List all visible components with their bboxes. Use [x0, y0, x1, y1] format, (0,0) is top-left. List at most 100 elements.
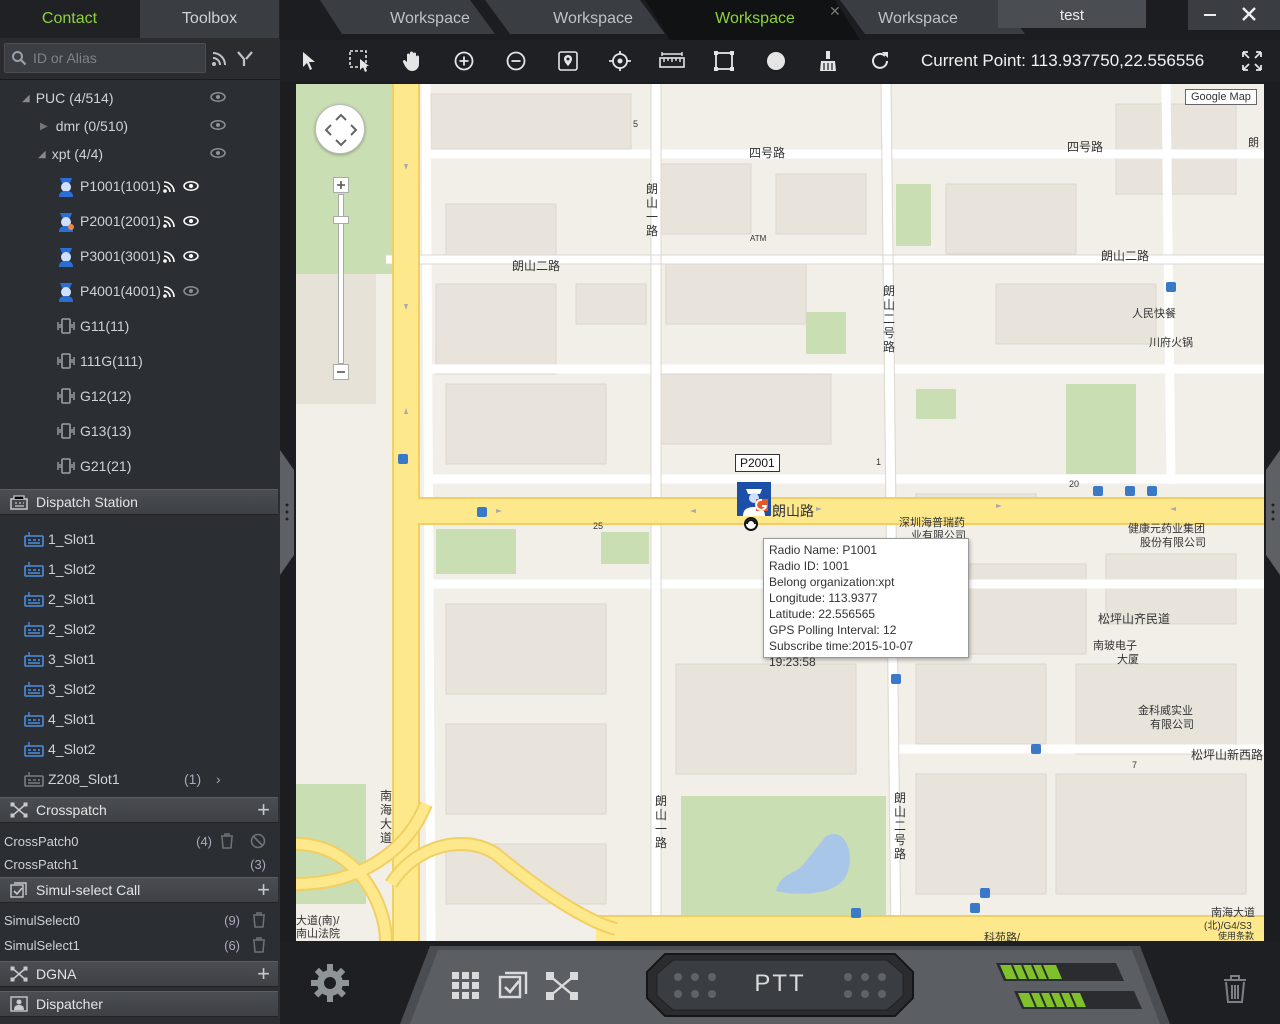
clear-brush-icon[interactable]: [814, 48, 842, 74]
list-item-simul-select[interactable]: SimulSelect1 (6): [4, 934, 274, 956]
poi-label: 有限公司: [1150, 719, 1194, 731]
trash-icon[interactable]: [220, 833, 234, 849]
trash-icon[interactable]: [1222, 974, 1248, 1004]
tree-item-radio[interactable]: P1001(1001): [56, 171, 199, 201]
zoom-out-map-button[interactable]: [333, 364, 349, 380]
search-input[interactable]: ID or Alias: [4, 43, 206, 73]
settings-gear-icon[interactable]: [308, 961, 352, 1005]
left-lower-panel: Dispatch Station 1_Slot1 1_Slot2 2_Slot1…: [0, 488, 280, 1024]
rectangle-icon[interactable]: [710, 48, 738, 74]
tree-item-gateway[interactable]: G12(12): [56, 381, 131, 411]
eye-icon[interactable]: [210, 148, 226, 158]
road-number: 1: [876, 457, 882, 467]
close-icon[interactable]: [1241, 6, 1257, 22]
chevron-right-icon[interactable]: ›: [216, 771, 221, 787]
add-simul-select-button[interactable]: +: [257, 879, 270, 901]
tree-item-gateway[interactable]: G11(11): [56, 311, 129, 341]
fullscreen-icon[interactable]: [1238, 48, 1266, 74]
tree-item-radio[interactable]: P3001(3001): [56, 241, 199, 271]
tab-contact[interactable]: Contact: [0, 0, 140, 38]
dispatcher-header[interactable]: Dispatcher: [0, 991, 278, 1017]
dispatch-slot[interactable]: 2_Slot2: [24, 614, 95, 644]
eye-icon[interactable]: [183, 181, 199, 191]
dispatch-slot-z208[interactable]: Z208_Slot1 (1) ›: [24, 764, 244, 794]
box-select-icon[interactable]: [346, 48, 374, 74]
list-item-crosspatch[interactable]: CrossPatch0 (4): [4, 830, 274, 852]
multi-select-icon[interactable]: [498, 971, 528, 1001]
tree-item-radio[interactable]: P4001(4001): [56, 276, 199, 306]
locate-icon[interactable]: [606, 48, 634, 74]
eye-icon[interactable]: [183, 216, 199, 226]
ptt-button[interactable]: PTT: [645, 952, 915, 1018]
eye-icon[interactable]: [183, 286, 199, 296]
terms-link[interactable]: 使用条款: [1218, 929, 1254, 941]
add-dgna-button[interactable]: +: [257, 963, 270, 985]
eye-icon[interactable]: [210, 120, 226, 130]
dispatch-slot[interactable]: 2_Slot1: [24, 584, 95, 614]
zoom-slider-handle[interactable]: [333, 216, 349, 224]
add-crosspatch-button[interactable]: +: [257, 799, 270, 821]
tree-item-radio[interactable]: P2001(2001): [56, 206, 199, 236]
block-icon[interactable]: [250, 833, 266, 849]
select-arrow-icon[interactable]: [294, 48, 322, 74]
tree-node-puc[interactable]: ◢ PUC (4/514): [22, 83, 114, 113]
expand-arrow-icon[interactable]: ◢: [22, 93, 30, 104]
list-item-crosspatch[interactable]: CrossPatch1 (3): [4, 853, 274, 875]
tab-workspace-3[interactable]: Workspace: [660, 0, 850, 38]
crosspatch-mode-icon[interactable]: [546, 972, 578, 1000]
left-panel-handle[interactable]: [280, 450, 296, 575]
minimize-icon[interactable]: [1202, 6, 1218, 22]
circle-icon[interactable]: [762, 48, 790, 74]
street-label: 四号路: [749, 146, 786, 160]
simul-select-header[interactable]: Simul-select Call +: [0, 877, 278, 903]
pan-arrows-icon: [324, 113, 358, 147]
eye-icon[interactable]: [183, 251, 199, 261]
eye-icon[interactable]: [210, 92, 226, 102]
map-view[interactable]: 四号路 四号路 朗山二路 朗山二路 朗山二号路 朗山路 朗山一路 朗山二号路 朗…: [296, 84, 1264, 941]
rss-filter-icon[interactable]: [211, 51, 227, 67]
tree-item-gateway[interactable]: G13(13): [56, 416, 131, 446]
tree-node-xpt[interactable]: ◢ xpt (4/4): [38, 139, 103, 169]
map-provider-badge[interactable]: Google Map: [1185, 89, 1257, 105]
refresh-icon[interactable]: [866, 48, 894, 74]
dispatch-slot[interactable]: 1_Slot1: [24, 524, 95, 554]
collapsed-arrow-icon[interactable]: ▶: [40, 121, 48, 132]
dispatch-slot[interactable]: 3_Slot1: [24, 644, 95, 674]
trash-icon[interactable]: [252, 937, 266, 953]
gateway-icon: [56, 456, 76, 476]
pan-control[interactable]: [315, 104, 365, 154]
dispatch-slot[interactable]: 1_Slot2: [24, 554, 95, 584]
map-pin-icon[interactable]: [554, 48, 582, 74]
user-tab[interactable]: test: [998, 0, 1146, 30]
radio-slot-icon: [24, 741, 44, 757]
right-panel-handle[interactable]: [1264, 450, 1280, 575]
zoom-in-map-button[interactable]: [333, 177, 349, 193]
gateway-icon: [56, 316, 76, 336]
expand-arrow-icon[interactable]: ◢: [38, 149, 46, 160]
poi-label: 大厦: [1117, 654, 1139, 666]
list-item-simul-select[interactable]: SimulSelect0 (9): [4, 909, 274, 931]
tree-item-gateway[interactable]: 111G(111): [56, 346, 143, 376]
dispatch-slot[interactable]: 3_Slot2: [24, 674, 95, 704]
radio-marker[interactable]: [737, 482, 773, 532]
tree-item-gateway[interactable]: G21(21): [56, 451, 131, 481]
tree-node-dmr[interactable]: ▶ dmr (0/510): [40, 111, 128, 141]
tab-workspace-4[interactable]: Workspace: [823, 0, 1013, 38]
dispatch-slot[interactable]: 4_Slot2: [24, 734, 95, 764]
pan-hand-icon[interactable]: [398, 48, 426, 74]
dispatch-slot[interactable]: 4_Slot1: [24, 704, 95, 734]
dgna-header[interactable]: DGNA +: [0, 961, 278, 987]
radio-slot-icon: [24, 711, 44, 727]
trash-icon[interactable]: [252, 912, 266, 928]
zoom-in-icon[interactable]: [450, 48, 478, 74]
dispatch-station-header[interactable]: Dispatch Station: [0, 489, 278, 515]
tab-toolbox[interactable]: Toolbox: [140, 0, 280, 38]
tab-workspace-1[interactable]: Workspace: [335, 0, 525, 38]
popup-radio-id: Radio ID: 1001: [769, 559, 850, 573]
zoom-out-icon[interactable]: [502, 48, 530, 74]
ruler-icon[interactable]: [658, 48, 686, 74]
grid-view-icon[interactable]: [452, 972, 480, 1000]
crosspatch-header[interactable]: Crosspatch +: [0, 797, 278, 823]
filter-icon[interactable]: [236, 50, 254, 68]
signal-icon: [163, 214, 177, 228]
